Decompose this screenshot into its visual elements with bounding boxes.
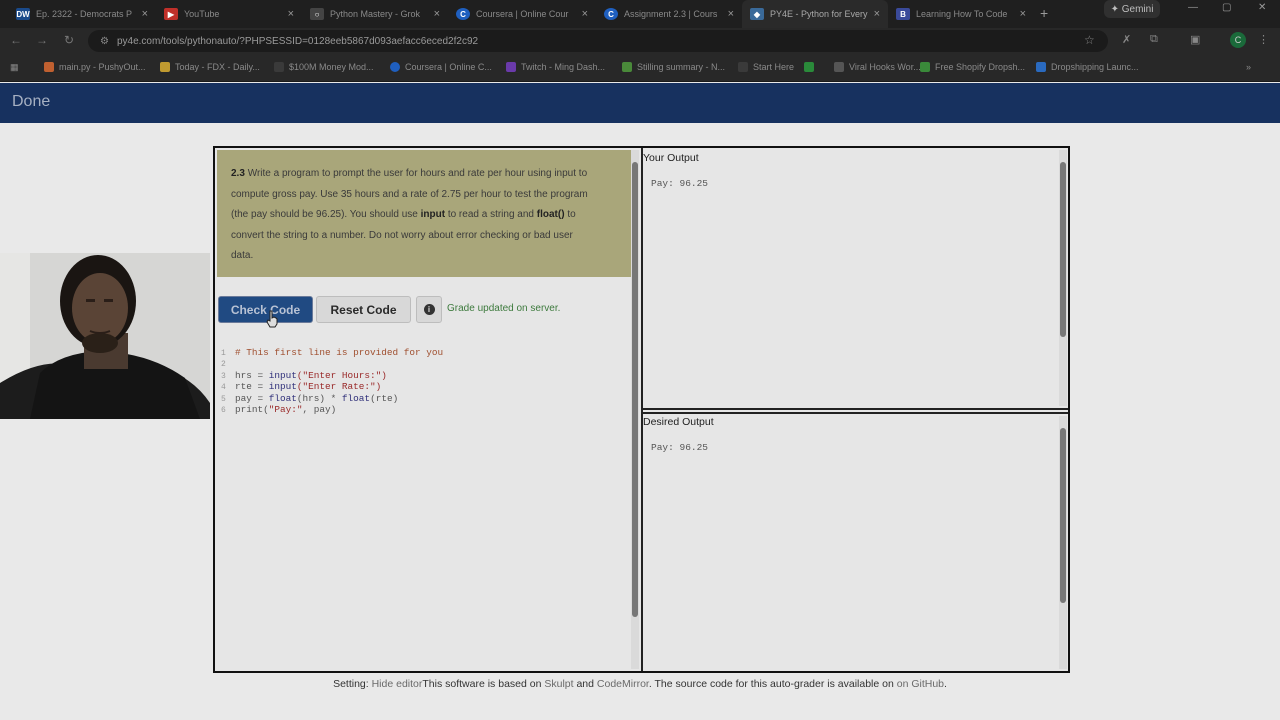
- bookmark-icon: [1036, 62, 1046, 72]
- bookmark-icon: [834, 62, 844, 72]
- bookmark-item[interactable]: Today - FDX - Daily...: [160, 54, 260, 80]
- info-button[interactable]: i: [416, 296, 442, 323]
- close-tab-icon[interactable]: ×: [582, 8, 588, 20]
- forward-icon[interactable]: →: [36, 33, 48, 47]
- shopify-icon: [920, 62, 930, 72]
- close-tab-icon[interactable]: ×: [728, 8, 734, 20]
- extension-x-icon[interactable]: ✗: [1122, 33, 1131, 46]
- your-output-value: Pay: 96.25: [651, 178, 709, 189]
- coursera-icon: C: [604, 8, 618, 20]
- bookmark-icon: [622, 62, 632, 72]
- hide-editor-link[interactable]: Hide editor: [372, 678, 423, 690]
- maximize-icon[interactable]: ▢: [1222, 2, 1231, 13]
- youtube-icon: ▶: [164, 8, 178, 20]
- bookmark-item[interactable]: Twitch - Ming Dash...: [506, 54, 605, 80]
- desired-output-value: Pay: 96.25: [651, 442, 709, 453]
- bookmark-item[interactable]: $100M Money Mod...: [274, 54, 374, 80]
- close-window-icon[interactable]: ✕: [1258, 2, 1266, 13]
- doc-icon: B: [896, 8, 910, 20]
- apps-grid-icon[interactable]: ▦: [10, 54, 19, 80]
- editor-pane: 2.3 Write a program to prompt the user f…: [215, 148, 641, 671]
- bookmark-item[interactable]: Start Here: [738, 54, 794, 80]
- gemini-button[interactable]: ✦ Gemini: [1104, 0, 1160, 18]
- bookmark-item[interactable]: main.py - PushyOut...: [44, 54, 146, 80]
- bookmark-item[interactable]: Dropshipping Launc...: [1036, 54, 1139, 80]
- sheets-icon: [804, 62, 814, 72]
- url-input[interactable]: ⚙ py4e.com/tools/pythonauto/?PHPSESSID=0…: [88, 30, 1108, 52]
- tab-learning[interactable]: B Learning How To Code ×: [888, 0, 1034, 28]
- bookmark-icon: [160, 62, 170, 72]
- address-bar-row: ← → ↻ ⚙ py4e.com/tools/pythonauto/?PHPSE…: [0, 28, 1280, 54]
- editor-scroll-thumb[interactable]: [632, 162, 638, 617]
- tab-youtube[interactable]: ▶ YouTube ×: [156, 0, 302, 28]
- reload-icon[interactable]: ↻: [64, 33, 74, 47]
- your-output-scrollbar[interactable]: [1059, 150, 1067, 406]
- page-footer: Setting: Hide editorThis software is bas…: [333, 678, 947, 690]
- new-tab-icon[interactable]: +: [1040, 5, 1048, 21]
- minimize-icon[interactable]: —: [1188, 2, 1198, 13]
- tab-grok[interactable]: ○ Python Mastery - Grok ×: [302, 0, 448, 28]
- your-output-title: Your Output: [643, 152, 699, 164]
- your-output-scroll-thumb[interactable]: [1060, 162, 1066, 337]
- site-info-icon[interactable]: ⚙: [100, 36, 109, 47]
- bookmark-item[interactable]: [804, 54, 819, 80]
- codemirror-link[interactable]: CodeMirror: [597, 678, 649, 690]
- browser-tab-strip: DW Ep. 2322 - Democrats P × ▶ YouTube × …: [0, 0, 1280, 28]
- desired-output-scrollbar[interactable]: [1059, 416, 1067, 669]
- bookmark-icon: [274, 62, 284, 72]
- output-pane: Your Output Pay: 96.25 Desired Output Pa…: [643, 148, 1068, 671]
- page-header: Done: [0, 83, 1280, 123]
- coursera-icon: C: [456, 8, 470, 20]
- your-output-box: Your Output Pay: 96.25: [643, 148, 1068, 408]
- profile-avatar[interactable]: C: [1230, 32, 1246, 48]
- tab-assignment[interactable]: C Assignment 2.3 | Cours ×: [596, 0, 742, 28]
- desired-output-scroll-thumb[interactable]: [1060, 428, 1066, 603]
- twitch-icon: [506, 62, 516, 72]
- autograder-panel: 2.3 Write a program to prompt the user f…: [213, 146, 1070, 673]
- hand-cursor-icon: [266, 310, 278, 328]
- webcam-overlay: [0, 253, 210, 419]
- code-line: 6 print("Pay:", pay): [221, 404, 337, 416]
- python-icon: ◆: [750, 8, 764, 20]
- code-line: 1 # This first line is provided for you: [221, 347, 444, 358]
- editor-scrollbar[interactable]: [631, 150, 639, 669]
- bookmark-icon: [738, 62, 748, 72]
- tab-py4e[interactable]: ◆ PY4E - Python for Every ×: [742, 0, 888, 28]
- close-tab-icon[interactable]: ×: [288, 8, 294, 20]
- desired-output-title: Desired Output: [643, 416, 714, 428]
- info-icon: i: [423, 304, 435, 315]
- bookmark-item[interactable]: Free Shopify Dropsh...: [920, 54, 1025, 80]
- bookmarks-bar: ▦ main.py - PushyOut... Today - FDX - Da…: [0, 54, 1280, 82]
- skulpt-link[interactable]: Skulpt: [544, 678, 573, 690]
- close-tab-icon[interactable]: ×: [874, 8, 880, 20]
- bookmark-item[interactable]: Stilling summary - N...: [622, 54, 725, 80]
- tab-democrats[interactable]: DW Ep. 2322 - Democrats P ×: [8, 0, 156, 28]
- back-icon[interactable]: ←: [10, 33, 22, 47]
- code-editor[interactable]: 1 # This first line is provided for you 2…: [221, 347, 444, 416]
- bookmark-icon: [44, 62, 54, 72]
- webcam-person-image: [0, 253, 210, 419]
- more-bookmarks-icon[interactable]: »: [1246, 54, 1251, 80]
- done-link[interactable]: Done: [12, 93, 50, 111]
- bookmark-star-icon[interactable]: ☆: [1084, 33, 1095, 47]
- dw-icon: DW: [16, 8, 30, 20]
- assignment-prompt: 2.3 Write a program to prompt the user f…: [217, 150, 631, 277]
- close-tab-icon[interactable]: ×: [142, 8, 148, 20]
- desired-output-box: Desired Output Pay: 96.25: [643, 414, 1068, 671]
- bookmark-item[interactable]: Coursera | Online C...: [390, 54, 492, 80]
- cast-icon[interactable]: ▣: [1190, 33, 1200, 46]
- reset-code-button[interactable]: Reset Code: [316, 296, 411, 323]
- tab-coursera[interactable]: C Coursera | Online Cour ×: [448, 0, 596, 28]
- close-tab-icon[interactable]: ×: [1020, 8, 1026, 20]
- grade-status: Grade updated on server.: [447, 303, 561, 314]
- github-link[interactable]: on GitHub: [897, 678, 944, 690]
- close-tab-icon[interactable]: ×: [434, 8, 440, 20]
- bookmark-item[interactable]: Viral Hooks Wor...: [834, 54, 921, 80]
- grok-icon: ○: [310, 8, 324, 20]
- menu-dots-icon[interactable]: ⋮: [1258, 33, 1269, 46]
- gemini-icon: ✦: [1110, 3, 1122, 15]
- extensions-icon[interactable]: ⧉: [1150, 33, 1158, 46]
- coursera-icon: [390, 62, 400, 72]
